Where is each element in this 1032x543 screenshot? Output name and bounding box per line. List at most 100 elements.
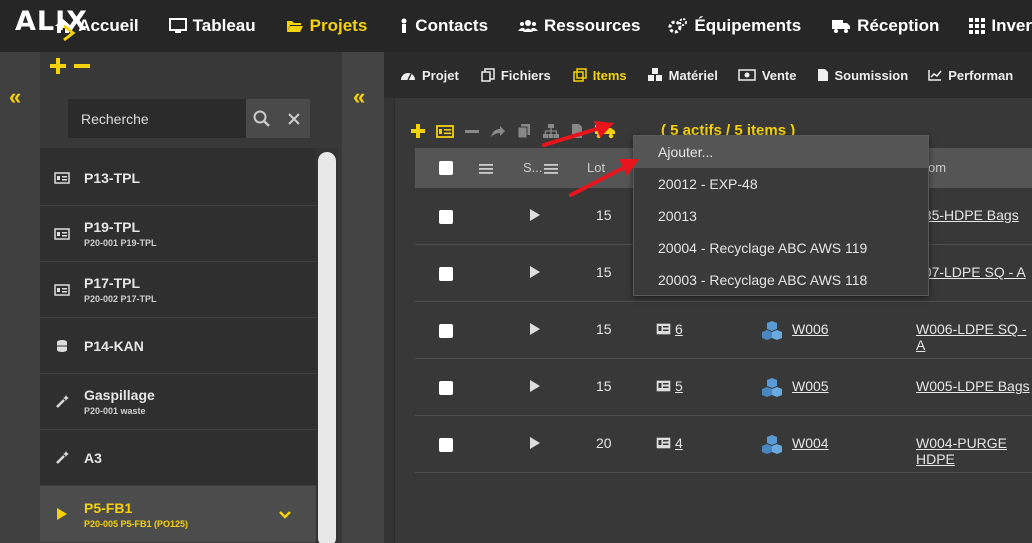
tab-performance[interactable]: Performan — [928, 68, 1013, 83]
row-checkbox[interactable] — [439, 267, 453, 281]
scrollbar-thumb[interactable] — [318, 152, 336, 543]
mid-collapse-strip: « — [342, 52, 384, 543]
collapse-sidebar-button[interactable]: « — [9, 84, 21, 110]
nav-reception[interactable]: Réception — [831, 0, 939, 52]
item-code-link[interactable]: W006 — [792, 321, 829, 337]
project-name: A3 — [84, 449, 102, 466]
dropdown-item[interactable]: 20003 - Recyclage ABC AWS 118 — [634, 264, 928, 296]
collapse-project-panel-button[interactable]: « — [353, 84, 365, 110]
item-name-link[interactable]: W006-LDPE SQ - A — [916, 321, 1032, 353]
tab-label: Items — [592, 67, 627, 83]
badge-count[interactable]: 5 — [675, 378, 683, 394]
sidebar-actions — [50, 58, 90, 74]
grid-icon — [969, 18, 986, 34]
card-button[interactable] — [436, 124, 454, 138]
row-checkbox[interactable] — [439, 438, 453, 452]
item-name-link[interactable]: 007-LDPE SQ - A — [916, 264, 1026, 280]
tab-vente[interactable]: Vente — [738, 68, 797, 83]
nav-equipements[interactable]: Équipements — [668, 0, 801, 52]
remove-button[interactable] — [465, 124, 479, 138]
column-header-nom[interactable]: om — [928, 160, 946, 175]
file-icon — [817, 69, 828, 81]
project-item-p19-tpl[interactable]: P19-TPL P20-001 P19-TPL — [40, 206, 316, 262]
search-input[interactable] — [69, 100, 245, 137]
app-logo[interactable]: ALIX — [0, 0, 87, 52]
play-icon[interactable] — [529, 265, 541, 279]
tab-label: Projet — [422, 67, 459, 83]
play-icon[interactable] — [529, 436, 541, 450]
lot-value: 15 — [596, 264, 612, 280]
project-item-p17-tpl[interactable]: P17-TPL P20-002 P17-TPL — [40, 262, 316, 318]
lot-value: 15 — [596, 378, 612, 394]
tab-items[interactable]: Items — [572, 67, 627, 83]
nav-label: Réception — [857, 16, 940, 35]
table-row[interactable]: 20 4 W004 W004-PURGE HDPE — [415, 416, 1032, 473]
item-name-link[interactable]: 085-HDPE Bags — [916, 207, 1019, 223]
nav-ressources[interactable]: Ressources — [518, 0, 640, 52]
nav-label: Tableau — [192, 16, 256, 35]
tab-projet[interactable]: Projet — [400, 68, 459, 83]
project-item-p5-fb1[interactable]: P5-FB1 P20-005 P5-FB1 (PO125) — [40, 486, 316, 543]
nav-projets[interactable]: Projets — [286, 0, 367, 52]
tab-soumission[interactable]: Soumission — [817, 68, 908, 83]
dropdown-item[interactable]: 20004 - Recyclage ABC AWS 119 — [634, 232, 928, 264]
project-name: P13-TPL — [84, 169, 141, 186]
project-item-a3[interactable]: A3 — [40, 430, 316, 486]
row-checkbox[interactable] — [439, 210, 453, 224]
cubes-icon — [762, 378, 782, 397]
add-button[interactable] — [411, 124, 425, 138]
nav-label: Ressources — [544, 16, 641, 35]
badge-count[interactable]: 6 — [675, 321, 683, 337]
table-row[interactable]: 15 5 W005 W005-LDPE Bags — [415, 359, 1032, 416]
row-checkbox[interactable] — [439, 324, 453, 338]
monitor-icon — [168, 18, 187, 33]
badge-count[interactable]: 4 — [675, 435, 683, 451]
dropdown-item[interactable]: 20012 - EXP-48 — [634, 168, 928, 200]
select-all-checkbox[interactable] — [439, 161, 453, 175]
plus-icon — [411, 124, 425, 138]
card-icon — [54, 227, 70, 240]
clear-search-button[interactable] — [278, 99, 310, 138]
column-header-s[interactable]: S... — [523, 160, 543, 175]
project-detail: Projet Fichiers Items Matériel Vente Sou… — [384, 52, 1032, 543]
nav-inventaire[interactable]: Inver — [969, 0, 1032, 52]
nav-tableau[interactable]: Tableau — [168, 0, 256, 52]
menu-icon[interactable] — [479, 163, 493, 175]
play-icon[interactable] — [529, 208, 541, 222]
minus-icon[interactable] — [74, 58, 90, 74]
square-icon — [572, 68, 587, 82]
project-name: Gaspillage — [84, 387, 155, 403]
row-checkbox[interactable] — [439, 381, 453, 395]
play-icon[interactable] — [529, 322, 541, 336]
search-button[interactable] — [246, 99, 278, 138]
copy-button[interactable] — [517, 123, 531, 139]
close-icon — [288, 112, 300, 125]
item-name-link[interactable]: W005-LDPE Bags — [916, 378, 1030, 394]
project-item-gaspillage[interactable]: Gaspillage P20-001 waste — [40, 374, 316, 430]
dropdown-item-add[interactable]: Ajouter... — [634, 136, 928, 168]
item-code-link[interactable]: W004 — [792, 435, 829, 451]
menu-icon[interactable] — [544, 163, 558, 175]
project-item-p13-tpl[interactable]: P13-TPL — [40, 150, 316, 206]
item-name-link[interactable]: W004-PURGE HDPE — [916, 435, 1032, 467]
project-item-p14-kan[interactable]: P14-KAN — [40, 318, 316, 374]
project-subtitle: P20-001 waste — [84, 406, 146, 416]
table-row[interactable]: 15 6 W006 W006-LDPE SQ - A — [415, 302, 1032, 359]
share-button[interactable] — [490, 124, 506, 138]
project-subtitle: P20-005 P5-FB1 (PO125) — [84, 518, 189, 529]
item-code-link[interactable]: W005 — [792, 378, 829, 394]
tab-fichiers[interactable]: Fichiers — [481, 68, 551, 83]
play-icon[interactable] — [529, 379, 541, 393]
nav-contacts[interactable]: Contacts — [399, 0, 488, 52]
tab-materiel[interactable]: Matériel — [647, 68, 718, 83]
annotation-arrow-icon — [569, 159, 639, 197]
lot-value: 15 — [596, 207, 612, 223]
chevron-down-icon[interactable] — [278, 510, 292, 520]
database-icon — [57, 339, 67, 352]
top-nav: ALIX Accueil Tableau Projets Contacts Re… — [0, 0, 1032, 52]
person-icon — [401, 18, 407, 33]
plus-icon[interactable] — [50, 58, 66, 74]
dropdown-item[interactable]: 20013 — [634, 200, 928, 232]
tab-label: Matériel — [668, 67, 718, 83]
files-icon — [481, 68, 495, 82]
